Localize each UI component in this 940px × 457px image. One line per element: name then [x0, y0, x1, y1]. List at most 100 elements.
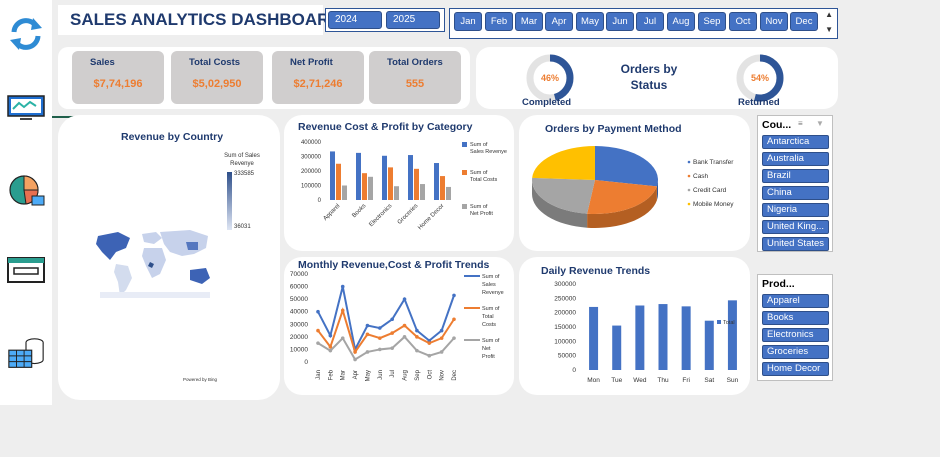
x-tick-label: Electronics: [368, 203, 393, 228]
legend-label: Sum of: [482, 306, 500, 312]
scroll-down-icon[interactable]: ▼: [825, 25, 833, 34]
x-tick-label: Apr: [353, 370, 359, 379]
x-tick-label: Apparel: [323, 203, 342, 222]
product-item[interactable]: Groceries: [762, 345, 829, 359]
bar: [727, 300, 737, 370]
month-button[interactable]: Apr: [545, 12, 573, 31]
product-item[interactable]: Electronics: [762, 328, 829, 342]
bar: [408, 155, 413, 200]
product-item[interactable]: Apparel: [762, 294, 829, 308]
x-tick-label: Fri: [682, 377, 690, 384]
country-item[interactable]: China: [762, 186, 829, 200]
y-tick-label: 100000: [554, 338, 576, 345]
kpi-label: Total Costs: [189, 57, 241, 68]
legend-label: Sum of: [470, 142, 488, 148]
y-tick-label: 40000: [290, 309, 308, 316]
legend-swatch: [462, 204, 467, 209]
data-point: [328, 333, 333, 338]
country-item[interactable]: Nigeria: [762, 203, 829, 217]
bar: [414, 168, 419, 200]
legend-label: Bank Transfer: [693, 159, 734, 166]
world-map: [96, 230, 210, 298]
scroll-up-icon[interactable]: ▲: [825, 10, 833, 19]
y-tick-label: 50000: [558, 353, 576, 360]
map-credit: Powered by Bing: [183, 377, 218, 382]
data-point: [402, 335, 407, 339]
month-button[interactable]: Jul: [636, 12, 664, 31]
data-point: [415, 348, 419, 353]
x-tick-label: Oct: [427, 370, 433, 380]
orders-status-title: Orders by Status: [620, 62, 678, 92]
kpi-label: Sales: [90, 57, 115, 68]
month-button[interactable]: Sep: [698, 12, 726, 31]
month-button[interactable]: Jan: [454, 12, 482, 31]
multi-select-icon[interactable]: ≡: [798, 119, 803, 128]
bar: [658, 304, 668, 370]
data-point: [316, 309, 320, 314]
legend-swatch: [462, 142, 467, 147]
completed-label: Completed: [522, 97, 572, 108]
month-button[interactable]: Feb: [485, 12, 513, 31]
legend-label: Costs: [482, 322, 496, 328]
country-item[interactable]: United States: [762, 237, 829, 251]
map-region-south-america: [114, 264, 132, 296]
month-button[interactable]: Oct: [729, 12, 757, 31]
country-item[interactable]: Antarctica: [762, 135, 829, 149]
country-item[interactable]: Australia: [762, 152, 829, 166]
legend-label: Sum of: [470, 170, 488, 176]
map-region-australia: [190, 268, 210, 284]
legend-label: Sum of: [482, 338, 500, 344]
clear-filter-icon[interactable]: ▼: [816, 119, 824, 128]
month-button[interactable]: Aug: [667, 12, 695, 31]
data-point: [340, 336, 345, 340]
y-tick-label: 60000: [290, 284, 308, 291]
month-button[interactable]: May: [576, 12, 604, 31]
year-button-2025[interactable]: 2025: [386, 11, 440, 29]
legend-label: Total: [482, 314, 494, 320]
country-item[interactable]: Brazil: [762, 169, 829, 183]
x-tick-label: Nov: [440, 370, 446, 381]
y-tick-label: 100000: [301, 184, 322, 190]
map-region-antarctica: [100, 292, 210, 298]
pie-slice: [532, 146, 595, 180]
product-item[interactable]: Home Decor: [762, 362, 829, 376]
month-button[interactable]: Mar: [515, 12, 543, 31]
y-tick-label: 150000: [554, 324, 576, 331]
bar: [440, 176, 445, 200]
legend-label: Cash: [693, 173, 709, 180]
database-table-icon[interactable]: [6, 334, 46, 374]
bar: [394, 186, 399, 200]
bar: [336, 163, 341, 200]
data-point: [365, 323, 370, 328]
bar: [446, 186, 451, 200]
legend-marker: [687, 174, 691, 178]
y-tick-label: 10000: [290, 346, 308, 353]
month-button[interactable]: Dec: [790, 12, 818, 31]
bar: [356, 152, 361, 200]
month-button[interactable]: Nov: [760, 12, 788, 31]
map-region-asia: [160, 230, 208, 256]
x-tick-label: Feb: [328, 369, 334, 380]
legend-marker: [687, 202, 691, 206]
year-button-2024[interactable]: 2024: [328, 11, 382, 29]
country-item[interactable]: United King...: [762, 220, 829, 234]
legend-label: Sales Revenye: [470, 149, 507, 155]
title-bar: SALES ANALYTICS DASHBOARD: [58, 5, 342, 35]
month-button[interactable]: Jun: [606, 12, 634, 31]
refresh-icon[interactable]: [6, 14, 46, 54]
data-point: [353, 357, 357, 362]
returned-label: Returned: [738, 97, 780, 108]
x-tick-label: May: [365, 370, 371, 381]
data-point: [415, 335, 419, 339]
data-point: [390, 331, 394, 335]
product-slicer-header: Prod...: [762, 278, 795, 290]
window-icon[interactable]: [6, 250, 46, 290]
kpi-value: $2,71,246: [293, 78, 343, 90]
product-item[interactable]: Books: [762, 311, 829, 325]
year-slicer: 2024 2025: [325, 8, 445, 32]
x-tick-label: Jun: [378, 370, 384, 380]
legend-label: Total: [723, 320, 735, 326]
pie-chart-icon[interactable]: [6, 170, 46, 210]
legend-label: Sum of: [470, 204, 488, 210]
monitor-icon[interactable]: [6, 88, 46, 128]
